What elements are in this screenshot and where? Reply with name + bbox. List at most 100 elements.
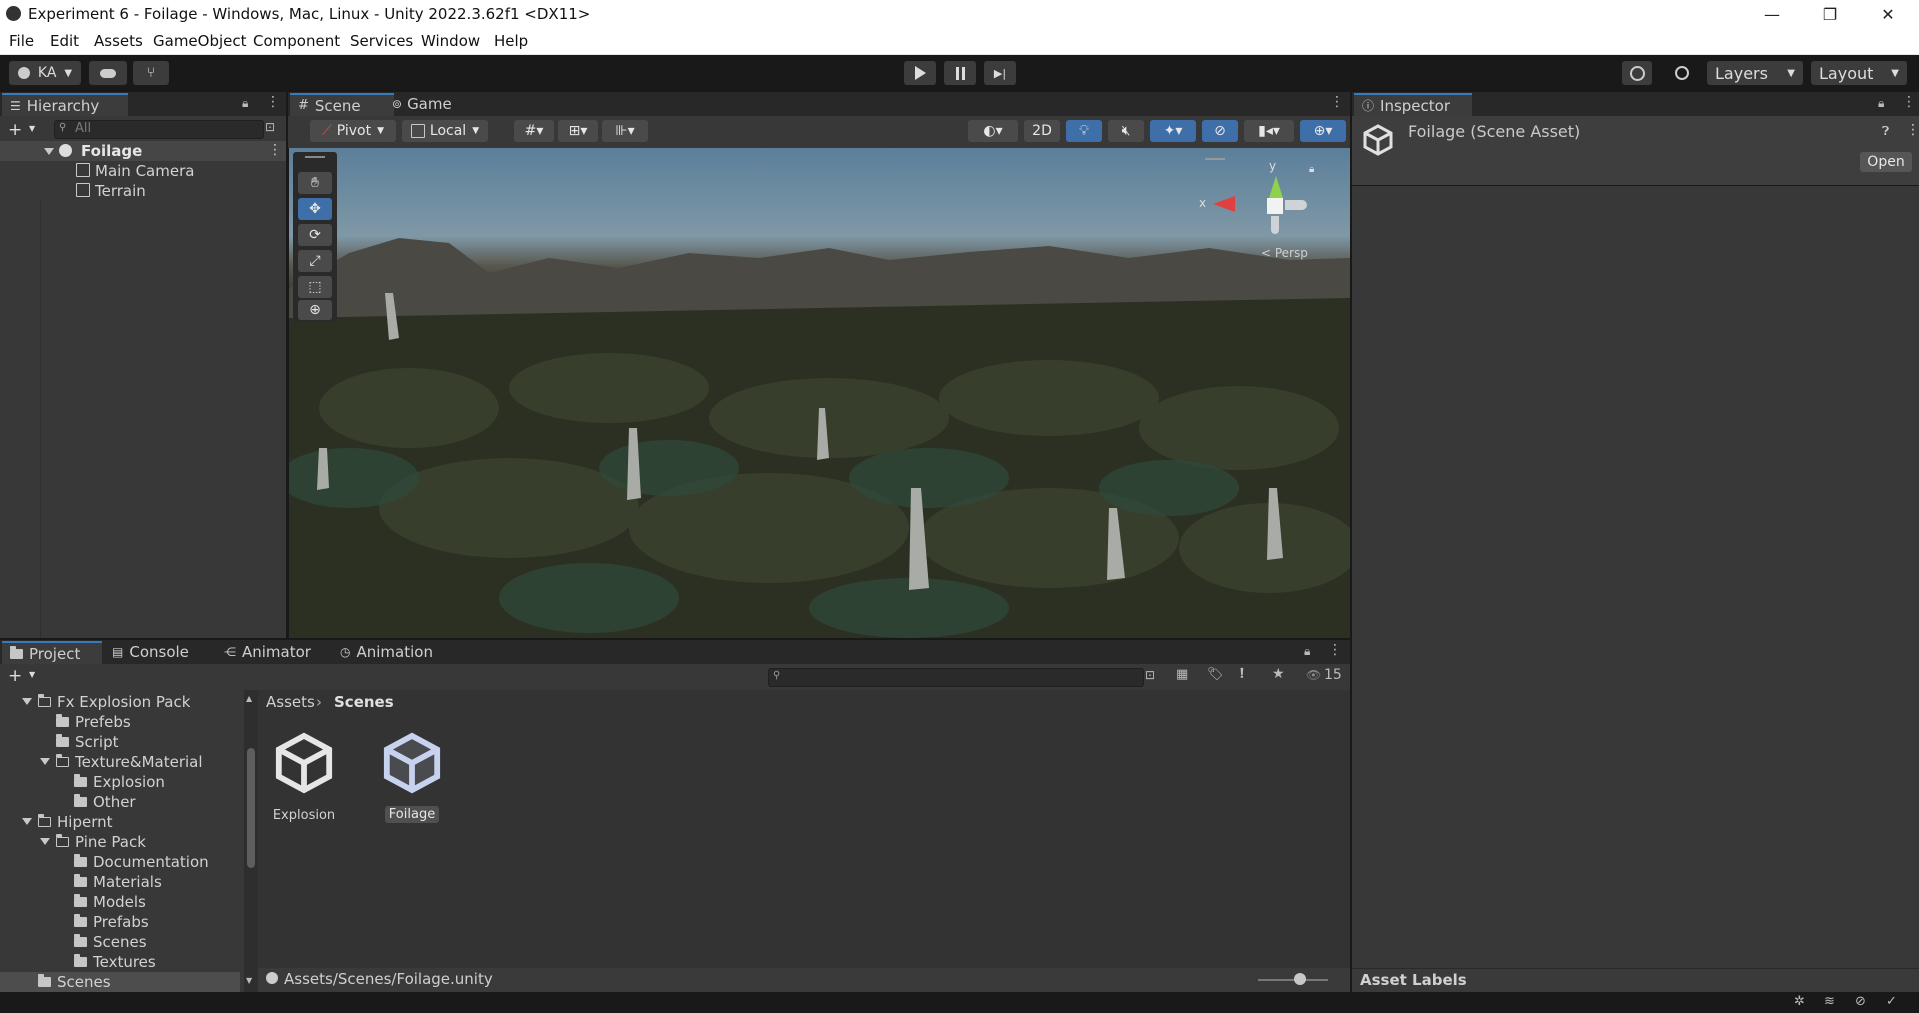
folder-tree-item[interactable]: Documentation bbox=[0, 852, 240, 872]
transform-tool-button[interactable]: ⊕ bbox=[298, 300, 332, 320]
grid-snap-button[interactable]: #▾ bbox=[514, 120, 554, 142]
hidden-objects-toggle[interactable]: ⊘ bbox=[1202, 120, 1238, 142]
tab-console[interactable]: ▤ Console bbox=[104, 641, 197, 663]
layout-dropdown[interactable]: Layout ▼ bbox=[1811, 61, 1907, 85]
tab-scene[interactable]: # Scene bbox=[290, 93, 394, 116]
folder-tree-item[interactable]: Prefebs bbox=[0, 712, 240, 732]
folder-tree-item[interactable]: Materials bbox=[0, 872, 240, 892]
asset-tile-foilage[interactable]: Foilage bbox=[378, 732, 446, 823]
gizmo-z-cone[interactable] bbox=[1285, 200, 1307, 210]
rect-tool-button[interactable]: ⬚ bbox=[298, 276, 332, 298]
hierarchy-search-input[interactable]: ⚲ All bbox=[54, 120, 264, 139]
gizmo-x-cone[interactable] bbox=[1213, 196, 1235, 212]
asset-tile-explosion[interactable]: Explosion bbox=[270, 732, 338, 823]
gizmo-center-cube[interactable] bbox=[1267, 198, 1283, 214]
version-control-button[interactable]: ⑂ bbox=[133, 61, 169, 85]
more-options-icon[interactable]: ⋮ bbox=[266, 94, 280, 110]
favorites-star-icon[interactable]: ★ bbox=[1272, 666, 1285, 682]
warning-filter-icon[interactable]: ❗︎ bbox=[1240, 666, 1244, 682]
minimize-button[interactable]: — bbox=[1743, 0, 1801, 28]
snap-increment-button[interactable]: ⊞▾ bbox=[558, 120, 598, 142]
search-button[interactable] bbox=[1668, 61, 1696, 85]
expand-triangle-icon[interactable] bbox=[44, 145, 60, 161]
breadcrumb-assets[interactable]: Assets bbox=[266, 693, 315, 711]
local-dropdown[interactable]: Local ▼ bbox=[402, 120, 488, 142]
move-tool-button[interactable]: ✥ bbox=[298, 198, 332, 220]
step-button[interactable]: ▶| bbox=[984, 61, 1016, 85]
pivot-dropdown[interactable]: ⟋ Pivot ▼ bbox=[310, 120, 396, 142]
folder-tree-item[interactable]: Models bbox=[0, 892, 240, 912]
play-button[interactable] bbox=[904, 61, 936, 85]
folder-tree-item[interactable]: Scenes bbox=[0, 932, 240, 952]
projection-label[interactable]: < Persp bbox=[1261, 246, 1308, 260]
palette-handle[interactable] bbox=[305, 156, 325, 158]
lock-icon[interactable]: 🔒︎ bbox=[1878, 96, 1884, 111]
audio-toggle[interactable]: 🔇︎ bbox=[1108, 120, 1144, 142]
filter-by-type-icon[interactable]: ▦ bbox=[1176, 667, 1188, 682]
breadcrumb-scenes[interactable]: Scenes bbox=[334, 693, 394, 711]
menu-assets[interactable]: Assets bbox=[94, 32, 143, 50]
lock-icon[interactable]: 🔒︎ bbox=[242, 96, 248, 111]
more-options-icon[interactable]: ⋮ bbox=[1906, 122, 1919, 138]
rotate-tool-button[interactable]: ⟳ bbox=[298, 224, 332, 246]
account-dropdown[interactable]: KA ▼ bbox=[9, 61, 81, 85]
scroll-up-icon[interactable]: ▲ bbox=[246, 694, 252, 703]
hierarchy-item[interactable]: Terrain bbox=[0, 181, 286, 201]
folder-tree-item[interactable]: Fx Explosion Pack bbox=[0, 692, 240, 712]
folder-tree-item[interactable]: Hipernt bbox=[0, 812, 240, 832]
shading-mode-dropdown[interactable]: ◐▾ bbox=[968, 120, 1018, 142]
scene-viewport[interactable]: ✋︎ ✥ ⟳ ⤢ ⬚ ⊕ y x 🔒︎ < Persp bbox=[289, 148, 1350, 638]
create-plus-icon[interactable]: + bbox=[8, 120, 22, 140]
folder-tree-item[interactable]: Texture&Material bbox=[0, 752, 240, 772]
menu-edit[interactable]: Edit bbox=[50, 32, 79, 50]
tab-hierarchy[interactable]: ☰ Hierarchy bbox=[2, 93, 128, 116]
more-options-icon[interactable]: ⋮ bbox=[1328, 642, 1342, 658]
expand-triangle-icon[interactable] bbox=[22, 818, 32, 825]
search-options-icon[interactable]: ⊡ bbox=[1145, 668, 1155, 682]
menu-window[interactable]: Window bbox=[421, 32, 480, 50]
folder-tree-item[interactable]: Prefabs bbox=[0, 912, 240, 932]
gizmo-handle[interactable] bbox=[1205, 158, 1225, 160]
orientation-gizmo[interactable]: y x 🔒︎ < Persp bbox=[1199, 158, 1337, 268]
more-options-icon[interactable]: ⋮ bbox=[1330, 94, 1344, 110]
pause-button[interactable] bbox=[944, 61, 976, 85]
lighting-toggle[interactable]: 💡︎ bbox=[1066, 120, 1102, 142]
gizmo-y-cone[interactable] bbox=[1269, 176, 1283, 198]
undo-history-button[interactable] bbox=[1622, 61, 1652, 85]
menu-help[interactable]: Help bbox=[494, 32, 528, 50]
help-icon[interactable]: ❓︎ bbox=[1882, 124, 1889, 139]
scroll-down-icon[interactable]: ▼ bbox=[246, 976, 252, 985]
maximize-button[interactable]: ❐ bbox=[1801, 0, 1859, 28]
filter-by-label-icon[interactable]: 🏷︎ bbox=[1207, 667, 1224, 682]
gizmos-dropdown[interactable]: ⊕▾ bbox=[1300, 120, 1346, 142]
gizmo-neg-y-cone[interactable] bbox=[1271, 216, 1279, 234]
cloud-button[interactable] bbox=[89, 61, 127, 85]
progress-check-icon[interactable]: ✓ bbox=[1886, 994, 1897, 1009]
chevron-down-icon[interactable]: ▼ bbox=[29, 670, 35, 679]
auto-generate-lighting-icon[interactable]: ⊘ bbox=[1855, 994, 1866, 1009]
close-window-button[interactable]: ✕ bbox=[1859, 0, 1917, 28]
hand-tool-button[interactable]: ✋︎ bbox=[298, 172, 332, 194]
tab-project[interactable]: Project bbox=[2, 641, 102, 664]
folder-tree-item[interactable]: Pine Pack bbox=[0, 832, 240, 852]
icon-size-slider[interactable] bbox=[1258, 979, 1328, 981]
create-plus-icon[interactable]: + bbox=[8, 666, 22, 686]
camera-settings-dropdown[interactable]: ▮◂▾ bbox=[1244, 120, 1294, 142]
folder-tree-item[interactable]: Other bbox=[0, 792, 240, 812]
search-by-type-icon[interactable]: ⊡ bbox=[265, 120, 275, 134]
scale-tool-button[interactable]: ⤢ bbox=[298, 250, 332, 272]
icon-size-slider-thumb[interactable] bbox=[1294, 973, 1306, 985]
toggle-2d-button[interactable]: 2D bbox=[1024, 120, 1060, 142]
effects-dropdown[interactable]: ✦▾ bbox=[1150, 120, 1196, 142]
folder-tree-item[interactable]: Scenes bbox=[0, 972, 240, 992]
tab-animator[interactable]: ⋲ Animator bbox=[216, 641, 319, 663]
folder-tree-item[interactable]: Explosion bbox=[0, 772, 240, 792]
gizmo-lock-icon[interactable]: 🔒︎ bbox=[1309, 164, 1314, 175]
lock-icon[interactable]: 🔒︎ bbox=[1304, 644, 1310, 659]
cache-server-icon[interactable]: ≋ bbox=[1824, 994, 1835, 1009]
folder-tree-item[interactable]: Textures bbox=[0, 952, 240, 972]
tree-scrollbar[interactable]: ▲ ▼ bbox=[244, 690, 258, 992]
hierarchy-item[interactable]: Main Camera bbox=[0, 161, 286, 181]
open-button[interactable]: Open bbox=[1860, 152, 1912, 172]
more-options-icon[interactable]: ⋮ bbox=[1902, 94, 1916, 110]
